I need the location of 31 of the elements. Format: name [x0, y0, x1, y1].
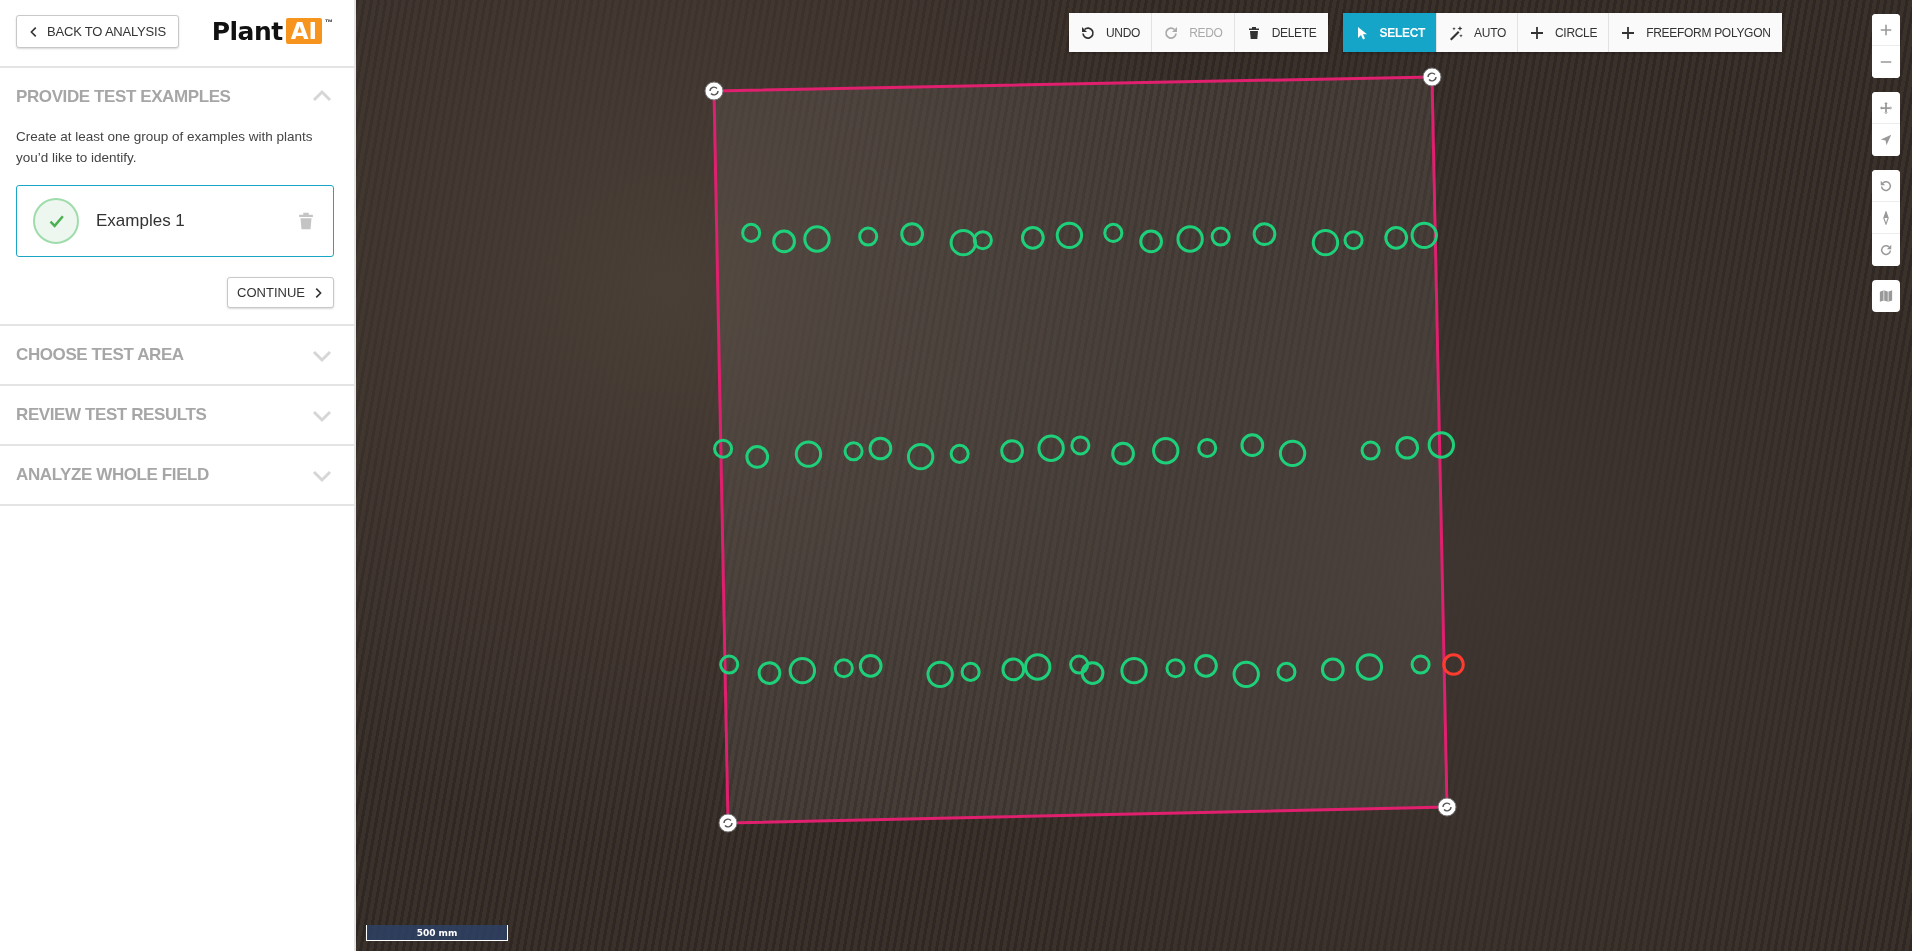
auto-tool-button[interactable]: AUTO	[1437, 13, 1518, 52]
pan-button[interactable]	[1872, 92, 1900, 124]
navigation-arrow-icon	[1879, 133, 1893, 147]
step-description: Create at least one group of examples with plants you’d like to identify.	[16, 128, 314, 167]
undo-button[interactable]: UNDO	[1069, 13, 1153, 52]
polygon-tool-button[interactable]: FREEFORM POLYGON	[1609, 13, 1782, 52]
rotate-handle-icon[interactable]	[1437, 797, 1457, 817]
rotate-handle-icon[interactable]	[1422, 67, 1442, 87]
plus-icon	[1620, 24, 1637, 41]
scale-bar: 500 mm	[366, 925, 508, 941]
rotate-left-button[interactable]	[1872, 170, 1900, 202]
plant-markers-drawing[interactable]	[713, 221, 1465, 688]
undo-icon	[1080, 24, 1096, 41]
rotate-handle-icon[interactable]	[718, 813, 738, 833]
map-icon	[1879, 289, 1893, 303]
move-arrows-icon	[1879, 100, 1893, 115]
group-name: Examples 1	[96, 211, 186, 231]
plus-icon	[1879, 22, 1893, 37]
delete-button[interactable]: DELETE	[1234, 13, 1328, 52]
redo-icon	[1163, 24, 1180, 41]
back-to-analysis-button[interactable]: BACK TO ANALYSIS	[16, 15, 179, 48]
plant-ai-logo: Plant AI ™	[211, 17, 333, 46]
magic-wand-icon	[1448, 24, 1465, 41]
circle-tool-button[interactable]: CIRCLE	[1518, 13, 1610, 52]
example-group-card[interactable]: Examples 1	[16, 185, 334, 257]
rotate-left-icon	[1879, 178, 1893, 193]
rotate-right-icon	[1879, 243, 1893, 257]
continue-button[interactable]: CONTINUE	[227, 277, 334, 308]
rotate-handle-icon[interactable]	[704, 81, 724, 101]
zoom-in-button[interactable]	[1872, 14, 1900, 46]
plus-icon	[1529, 24, 1545, 41]
